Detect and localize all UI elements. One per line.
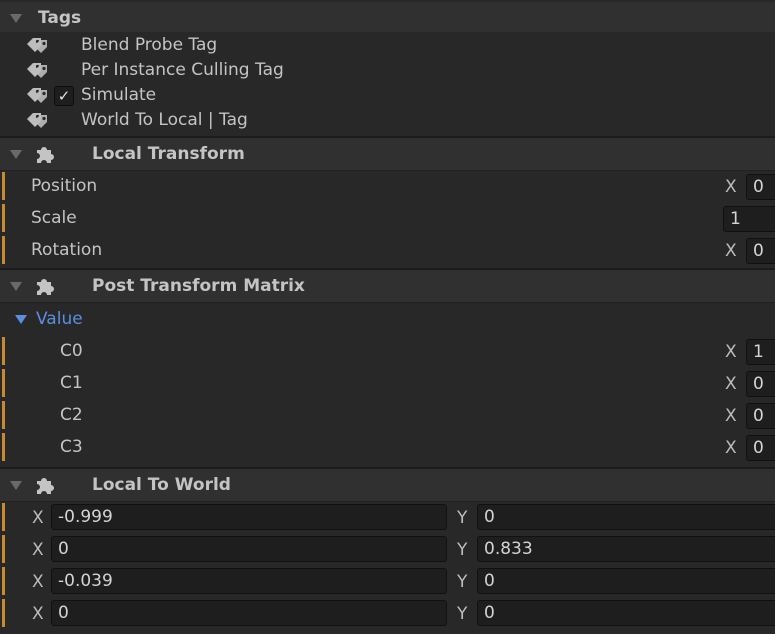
accent-bar xyxy=(2,369,5,397)
matrix-row-label: C3 xyxy=(60,437,83,457)
position-x-field[interactable]: 0 xyxy=(746,174,775,200)
axis-x-label: X xyxy=(725,374,737,394)
accent-bar xyxy=(2,567,5,595)
scale-field[interactable]: 1 xyxy=(723,206,775,232)
matrix-row-label: C1 xyxy=(60,373,83,393)
axis-y-label: Y xyxy=(457,572,468,592)
tag-icon xyxy=(27,38,47,53)
axis-y-label: Y xyxy=(457,604,468,624)
axis-x-label: X xyxy=(725,342,737,362)
tag-icon xyxy=(27,63,47,78)
local-to-world-title: Local To World xyxy=(92,475,231,495)
simulate-checkbox[interactable]: ✓ xyxy=(54,86,74,106)
triangle-down-icon[interactable] xyxy=(10,150,22,159)
rotation-label: Rotation xyxy=(31,240,103,260)
matrix-x-field[interactable]: 0 xyxy=(51,536,447,562)
local-to-world-header[interactable]: Local To World xyxy=(0,469,775,501)
puzzle-piece-icon xyxy=(37,478,54,494)
check-icon: ✓ xyxy=(57,87,71,105)
axis-x-label: X xyxy=(32,508,44,528)
c0-x-field[interactable]: 1 xyxy=(746,339,775,365)
c2-x-field[interactable]: 0 xyxy=(746,403,775,429)
rotation-x-field[interactable]: 0 xyxy=(746,238,775,264)
tag-item-label: Per Instance Culling Tag xyxy=(81,60,284,80)
matrix-y-field[interactable]: 0 xyxy=(477,600,775,626)
matrix-x-field[interactable]: -0.039 xyxy=(51,568,447,594)
matrix-y-field[interactable]: 0 xyxy=(477,504,775,530)
matrix-x-field[interactable]: 0 xyxy=(51,600,447,626)
axis-x-label: X xyxy=(725,177,737,197)
accent-bar xyxy=(2,401,5,429)
value-foldout-label: Value xyxy=(36,309,83,329)
triangle-down-icon[interactable] xyxy=(10,14,22,23)
c1-x-field[interactable]: 0 xyxy=(746,371,775,397)
accent-bar xyxy=(2,433,5,461)
axis-x-label: X xyxy=(32,540,44,560)
accent-bar xyxy=(2,503,5,531)
axis-x-label: X xyxy=(725,241,737,261)
tag-item-label: World To Local | Tag xyxy=(81,110,248,130)
axis-x-label: X xyxy=(32,604,44,624)
scale-label: Scale xyxy=(31,208,77,228)
matrix-y-field[interactable]: 0.833 xyxy=(477,536,775,562)
divider xyxy=(0,302,775,303)
axis-x-label: X xyxy=(725,438,737,458)
accent-bar xyxy=(2,172,5,200)
matrix-y-field[interactable]: 0 xyxy=(477,568,775,594)
divider xyxy=(0,170,775,171)
puzzle-piece-icon xyxy=(37,279,54,295)
tag-icon xyxy=(27,88,47,103)
matrix-row-label: C2 xyxy=(60,405,83,425)
tag-item-label: Simulate xyxy=(81,85,157,105)
post-transform-matrix-header[interactable]: Post Transform Matrix xyxy=(0,270,775,302)
matrix-row-label: C0 xyxy=(60,341,83,361)
accent-bar xyxy=(2,236,5,264)
triangle-down-icon[interactable] xyxy=(10,282,22,291)
accent-bar xyxy=(2,535,5,563)
matrix-x-field[interactable]: -0.999 xyxy=(51,504,447,530)
tag-icon xyxy=(27,113,47,128)
tags-title: Tags xyxy=(38,8,82,28)
tag-item-label: Blend Probe Tag xyxy=(81,35,218,55)
accent-bar xyxy=(2,599,5,627)
axis-y-label: Y xyxy=(457,540,468,560)
accent-bar xyxy=(2,337,5,365)
puzzle-piece-icon xyxy=(37,147,54,163)
local-transform-title: Local Transform xyxy=(92,144,245,164)
triangle-down-icon[interactable] xyxy=(10,481,22,490)
divider xyxy=(0,501,775,502)
axis-y-label: Y xyxy=(457,508,468,528)
post-transform-matrix-title: Post Transform Matrix xyxy=(92,276,305,296)
triangle-down-icon[interactable] xyxy=(15,315,27,324)
axis-x-label: X xyxy=(32,572,44,592)
axis-x-label: X xyxy=(725,406,737,426)
c3-x-field[interactable]: 0 xyxy=(746,435,775,461)
accent-bar xyxy=(2,204,5,232)
local-transform-header[interactable]: Local Transform xyxy=(0,138,775,170)
tags-header[interactable]: Tags xyxy=(0,2,775,32)
position-label: Position xyxy=(31,176,98,196)
